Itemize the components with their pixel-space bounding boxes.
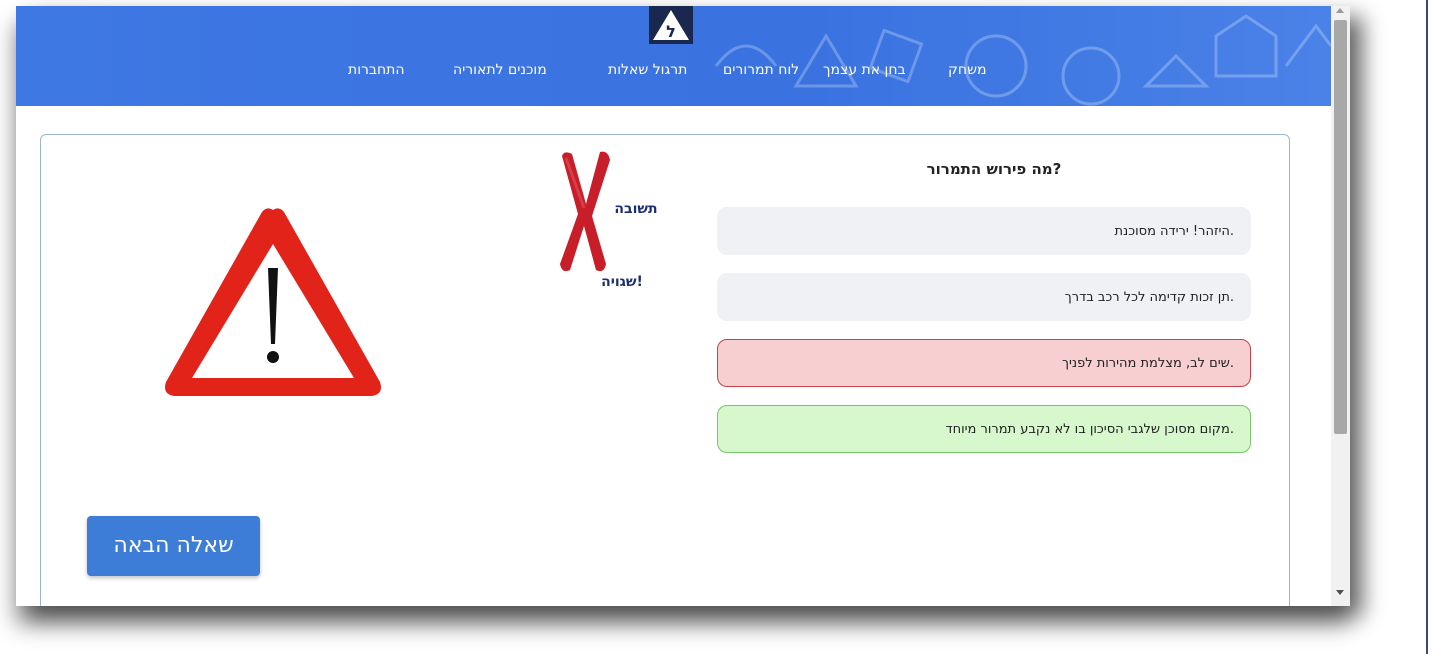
scroll-thumb[interactable] <box>1334 20 1347 434</box>
page-edge-rule <box>1426 0 1428 654</box>
logo-glyph: ל <box>666 22 676 41</box>
scroll-down-arrow-icon[interactable] <box>1336 590 1344 595</box>
warning-sign-icon <box>165 208 381 396</box>
answer-label: תשובה <box>614 201 658 217</box>
answer-option-2[interactable]: .תן זכות קדימה לכל רכב בדרך <box>717 273 1251 321</box>
logo-icon[interactable]: ל <box>649 6 693 44</box>
nav-login[interactable]: התחברות <box>348 62 405 78</box>
nav-signs-board[interactable]: לוח תמרורים <box>723 62 799 78</box>
answer-option-4-correct[interactable]: .מקום מסוכן שלגבי הסיכון בו לא נקבע תמרו… <box>717 405 1251 453</box>
nav-self-test[interactable]: בחן את עצמך <box>823 62 906 78</box>
answer-result: !שגויה <box>601 274 643 290</box>
vertical-scrollbar[interactable] <box>1331 6 1350 606</box>
next-question-button[interactable]: שאלה הבאה <box>87 516 260 576</box>
answer-option-3-wrong[interactable]: .שים לב, מצלמת מהירות לפניך <box>717 339 1251 387</box>
question-title: ?מה פירוש התמרור <box>926 160 1062 178</box>
answer-option-1[interactable]: .היזהר! ירידה מסוכנת <box>717 207 1251 255</box>
main-nav: משחק בחן את עצמך לוח תמרורים תרגול שאלות… <box>16 62 1331 86</box>
site-header: ל משחק בחן את עצמך לוח תמרורים תרגול שאל… <box>16 6 1331 106</box>
scroll-up-arrow-icon[interactable] <box>1336 8 1344 13</box>
header-decoration <box>714 14 1331 106</box>
nav-game[interactable]: משחק <box>948 62 987 78</box>
nav-question-practice[interactable]: תרגול שאלות <box>608 62 687 78</box>
nav-theory-ready[interactable]: מוכנים לתאוריה <box>453 62 547 78</box>
